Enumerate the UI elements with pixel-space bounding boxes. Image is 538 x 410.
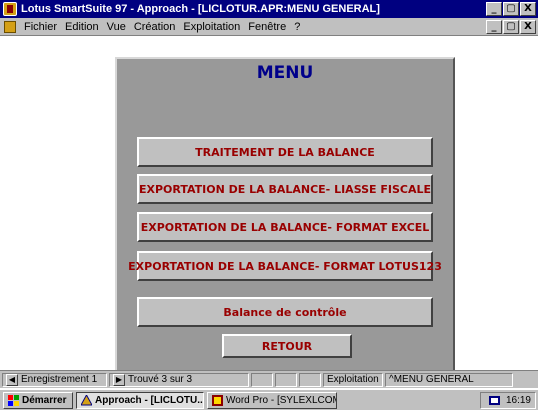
task-word-pro-label: Word Pro - [SYLEXLCOM... xyxy=(226,394,337,406)
record-nav-icon[interactable]: ◀ xyxy=(6,373,18,386)
approach-app-icon xyxy=(81,394,92,405)
doc-close-button[interactable]: X xyxy=(520,20,536,34)
view-status[interactable]: ^MENU GENERAL xyxy=(385,372,513,387)
status-empty-2 xyxy=(275,372,297,387)
lotus-app-icon[interactable] xyxy=(3,2,17,16)
document-controls: _ ▢ X xyxy=(486,20,536,34)
status-empty-1 xyxy=(251,372,273,387)
menu-fenetre[interactable]: Fenêtre xyxy=(248,21,286,33)
traitement-balance-button[interactable]: TRAITEMENT DE LA BALANCE xyxy=(137,137,433,167)
tray-app-icon[interactable] xyxy=(488,395,500,406)
task-word-pro[interactable]: Word Pro - [SYLEXLCOM... xyxy=(207,391,337,409)
minimize-button[interactable]: _ xyxy=(486,2,502,16)
clock[interactable]: 16:19 xyxy=(506,395,531,406)
menu-bar: Fichier Edition Vue Création Exploitatio… xyxy=(0,18,538,36)
windows-logo-icon xyxy=(8,394,19,406)
menu-edition[interactable]: Edition xyxy=(65,21,99,33)
menu-title: MENU xyxy=(256,63,314,83)
menu-panel: MENU TRAITEMENT DE LA BALANCE EXPORTATIO… xyxy=(115,57,455,372)
word-pro-app-icon xyxy=(212,394,223,406)
doc-minimize-button[interactable]: _ xyxy=(486,20,502,34)
menu-help[interactable]: ? xyxy=(294,21,300,33)
retour-button[interactable]: RETOUR xyxy=(222,334,352,358)
found-nav-icon[interactable]: ▶ xyxy=(113,373,125,386)
record-status[interactable]: ◀ Enregistrement 1 xyxy=(2,372,107,387)
menu-fichier[interactable]: Fichier xyxy=(24,21,57,33)
restore-button[interactable]: ▢ xyxy=(503,2,519,16)
menu-vue[interactable]: Vue xyxy=(107,21,126,33)
window-controls: _ ▢ X xyxy=(486,2,536,16)
found-status[interactable]: ▶ Trouvé 3 sur 3 xyxy=(109,372,249,387)
system-tray: 16:19 xyxy=(480,392,536,409)
window-titlebar[interactable]: Lotus SmartSuite 97 - Approach - [LICLOT… xyxy=(0,0,538,18)
start-button[interactable]: Démarrer xyxy=(3,391,73,409)
status-bar: ◀ Enregistrement 1 ▶ Trouvé 3 sur 3 Expl… xyxy=(0,370,538,388)
mode-status[interactable]: Exploitation xyxy=(323,372,383,387)
close-button[interactable]: X xyxy=(520,2,536,16)
start-label: Démarrer xyxy=(22,394,67,406)
document-icon[interactable] xyxy=(4,20,16,33)
windows-taskbar: Démarrer Approach - [LICLOTU... Word Pro… xyxy=(0,389,538,410)
menu-creation[interactable]: Création xyxy=(134,21,176,33)
task-approach-label: Approach - [LICLOTU... xyxy=(95,394,204,406)
window-title: Lotus SmartSuite 97 - Approach - [LICLOT… xyxy=(21,3,380,15)
status-empty-3 xyxy=(299,372,321,387)
doc-restore-button[interactable]: ▢ xyxy=(503,20,519,34)
task-approach[interactable]: Approach - [LICLOTU... xyxy=(76,391,204,409)
menu-exploitation[interactable]: Exploitation xyxy=(183,21,240,33)
found-label: Trouvé 3 sur 3 xyxy=(128,374,193,385)
record-label: Enregistrement 1 xyxy=(21,374,98,385)
balance-controle-button[interactable]: Balance de contrôle xyxy=(137,297,433,327)
export-format-excel-button[interactable]: EXPORTATION DE LA BALANCE- FORMAT EXCEL xyxy=(137,212,433,242)
export-format-lotus123-button[interactable]: EXPORTATION DE LA BALANCE- FORMAT LOTUS1… xyxy=(128,251,442,281)
export-liasse-fiscale-button[interactable]: EXPORTATION DE LA BALANCE- LIASSE FISCAL… xyxy=(137,174,433,204)
form-area: MENU TRAITEMENT DE LA BALANCE EXPORTATIO… xyxy=(0,37,538,372)
